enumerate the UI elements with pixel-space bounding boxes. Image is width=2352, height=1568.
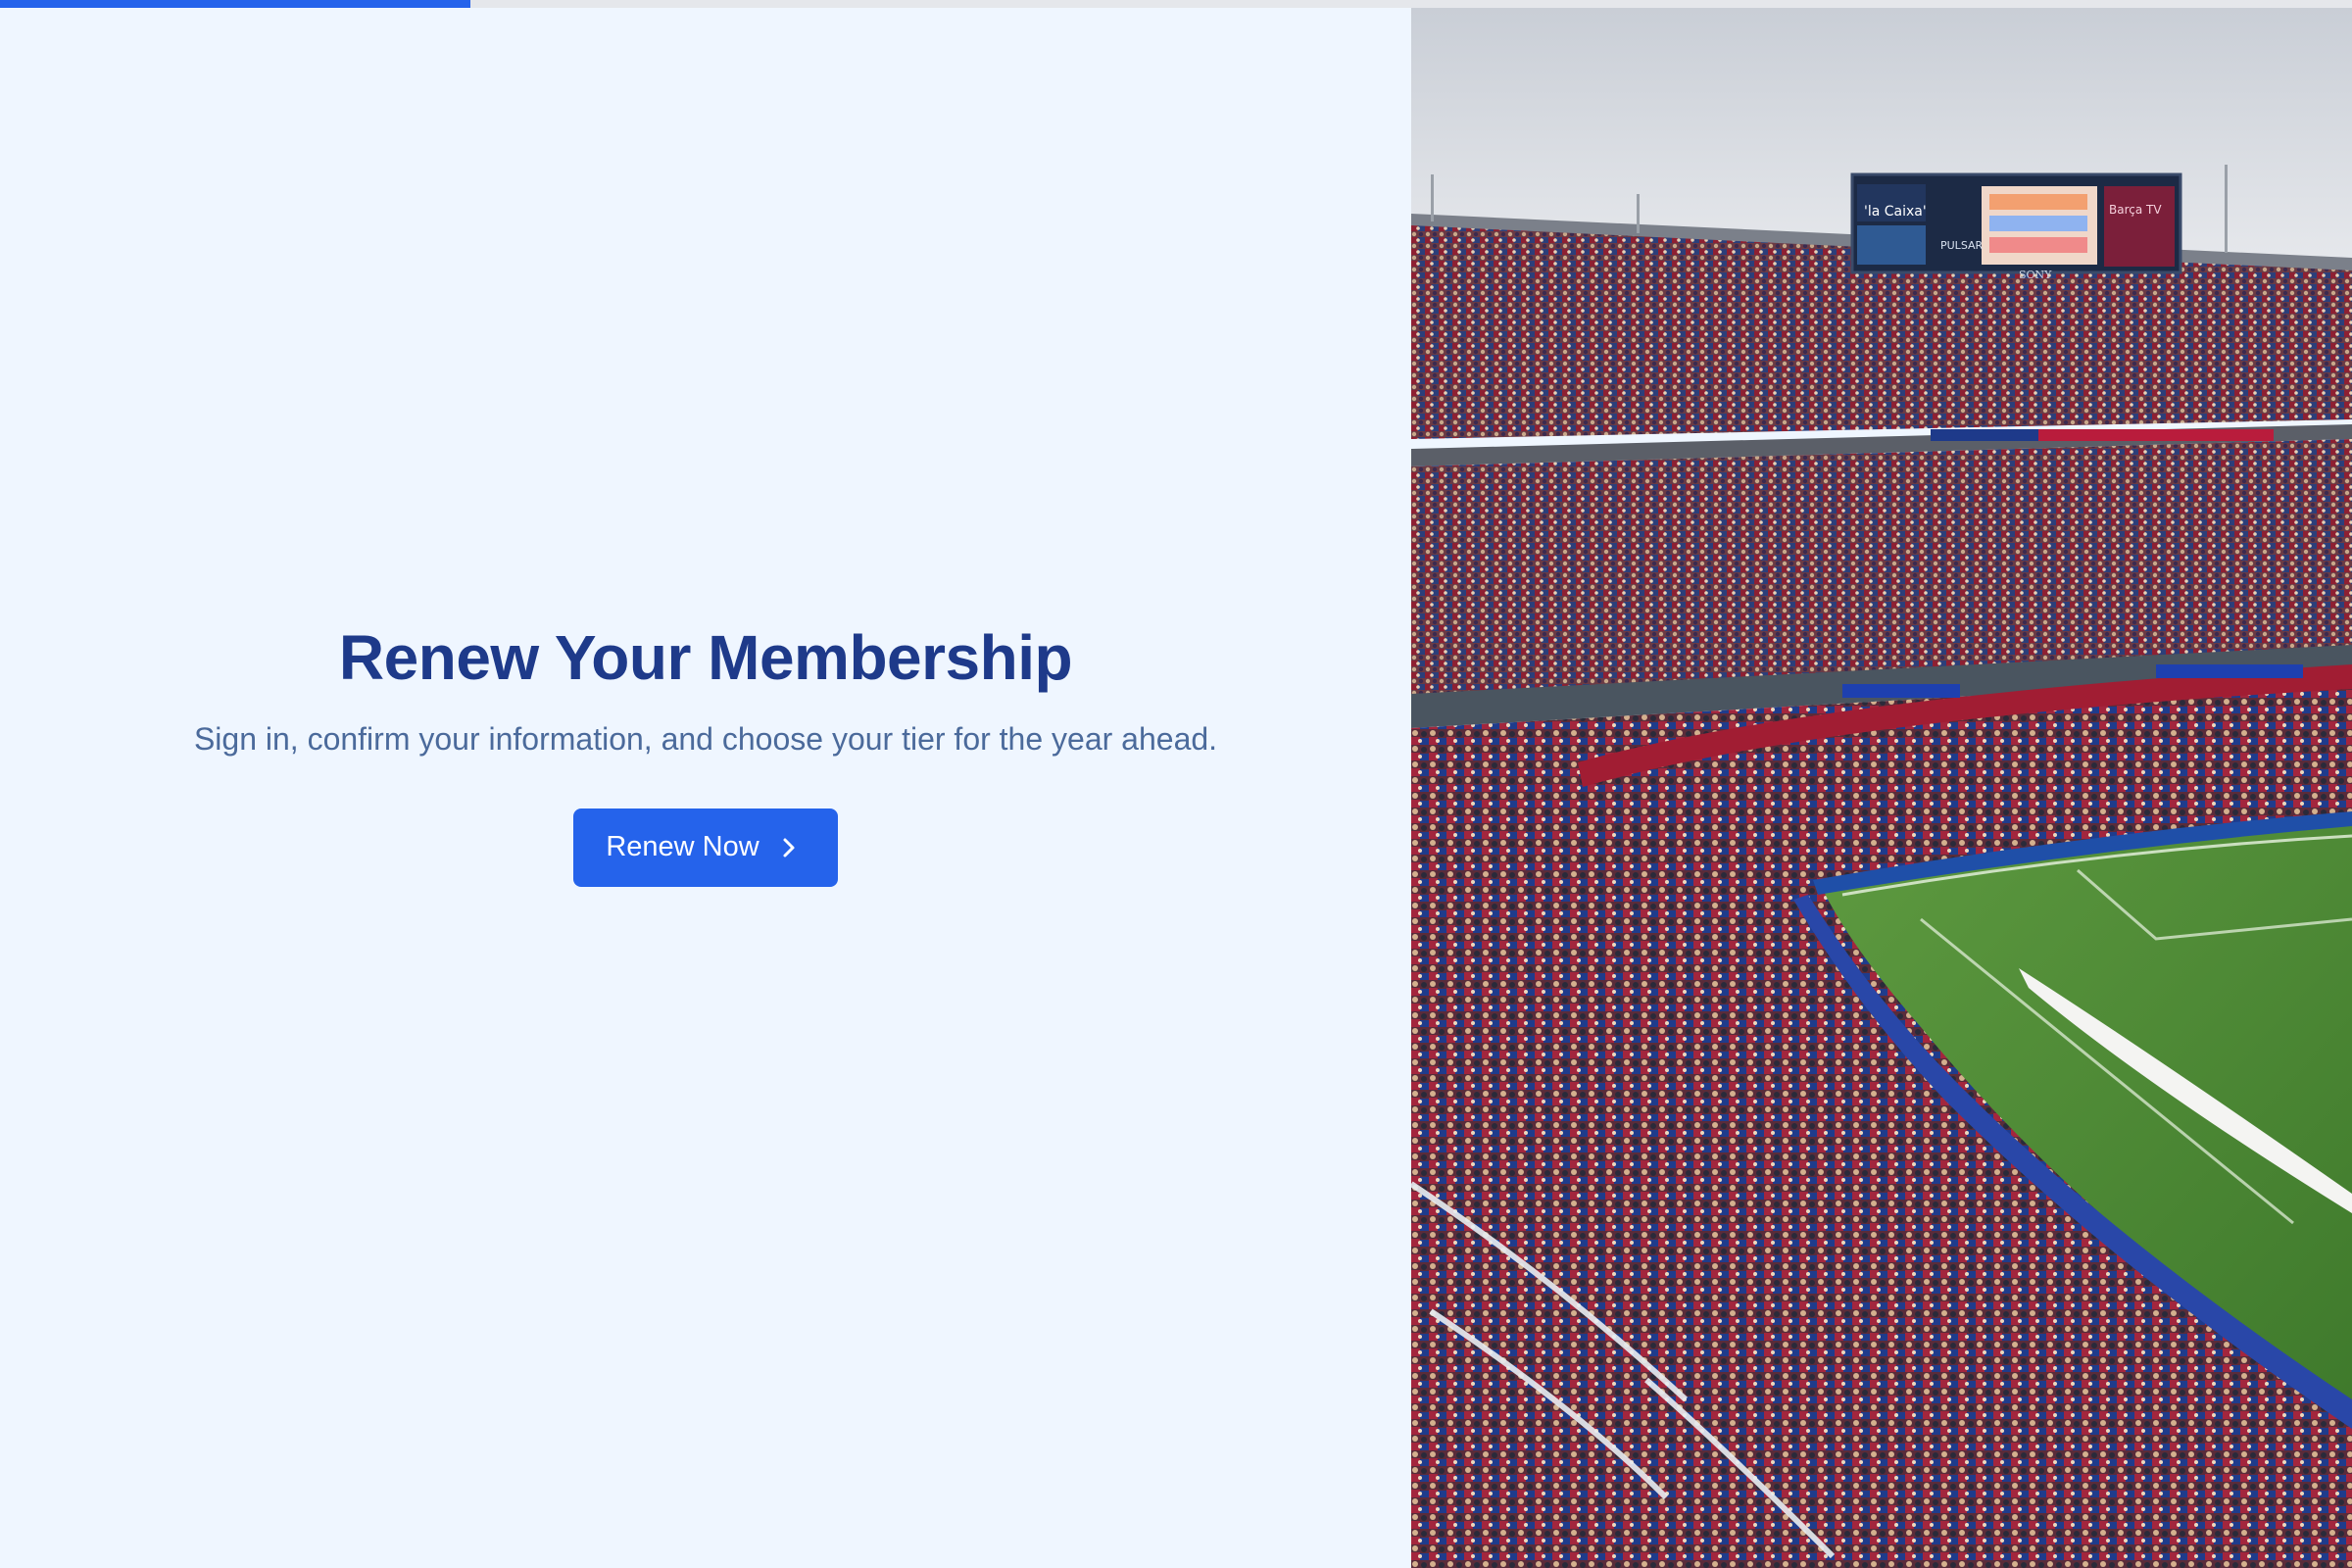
svg-text:SONY: SONY xyxy=(2019,269,2052,281)
page-subtitle: Sign in, confirm your information, and c… xyxy=(193,720,1218,757)
progress-bar-fill xyxy=(0,0,470,8)
progress-bar xyxy=(0,0,2352,8)
renew-now-button[interactable]: Renew Now xyxy=(573,808,838,887)
scoreboard: 'la Caixa' PULSAR SONY Barça TV xyxy=(1850,172,2182,281)
svg-text:PULSAR: PULSAR xyxy=(1940,239,1984,252)
hero-panel: Renew Your Membership Sign in, confirm y… xyxy=(0,8,1411,1568)
stadium-image: 'la Caixa' PULSAR SONY Barça TV xyxy=(1411,8,2352,1568)
svg-text:Barça TV: Barça TV xyxy=(2109,203,2162,217)
chevron-right-icon xyxy=(779,836,799,859)
page-title: Renew Your Membership xyxy=(338,621,1073,693)
svg-text:'la Caixa': 'la Caixa' xyxy=(1864,204,1927,220)
renew-now-label: Renew Now xyxy=(606,831,760,862)
